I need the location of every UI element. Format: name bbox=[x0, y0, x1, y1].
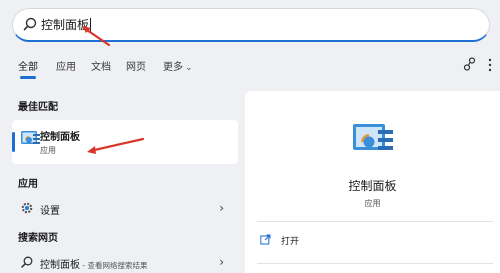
tab-apps[interactable]: 应用 bbox=[56, 58, 76, 73]
annotation-arrow bbox=[87, 137, 145, 154]
best-match-title: 控制面板 bbox=[40, 132, 80, 143]
web-result-suffix: - 查看网络搜索结果 bbox=[80, 261, 148, 270]
chevron-right-icon[interactable]: › bbox=[219, 255, 224, 269]
chevron-right-icon[interactable]: › bbox=[219, 201, 224, 215]
chevron-down-icon: ⌄ bbox=[185, 63, 193, 73]
tab-documents[interactable]: 文档 bbox=[91, 58, 111, 73]
gear-icon bbox=[21, 202, 33, 214]
selection-accent bbox=[12, 132, 15, 152]
detail-subtitle: 应用 bbox=[364, 199, 381, 208]
control-panel-icon bbox=[21, 131, 40, 144]
open-button[interactable]: 打开 bbox=[281, 234, 299, 247]
section-title-apps: 应用 bbox=[18, 179, 38, 190]
detail-title: 控制面板 bbox=[348, 179, 397, 193]
web-result-label: 控制面板 bbox=[40, 260, 80, 271]
section-title-web: 搜索网页 bbox=[18, 233, 58, 244]
divider bbox=[257, 221, 493, 222]
tab-more-label: 更多 bbox=[163, 62, 183, 73]
list-item-web-search[interactable]: 控制面板 - 查看网络搜索结果 › bbox=[12, 250, 238, 273]
active-tab-indicator bbox=[20, 76, 36, 79]
section-title-best-match: 最佳匹配 bbox=[18, 102, 58, 113]
detail-panel: 控制面板 应用 打开 bbox=[245, 91, 500, 273]
list-item-label: 设置 bbox=[40, 206, 60, 217]
best-match-subtitle: 应用 bbox=[40, 146, 56, 155]
search-icon bbox=[23, 17, 37, 31]
divider bbox=[257, 263, 493, 264]
list-item-settings[interactable]: 设置 › bbox=[12, 196, 238, 222]
control-panel-icon bbox=[353, 124, 393, 150]
share-icon[interactable] bbox=[462, 56, 478, 72]
open-icon bbox=[260, 234, 271, 245]
tab-more[interactable]: 更多 ⌄ bbox=[163, 58, 193, 73]
web-result-text: 控制面板 - 查看网络搜索结果 bbox=[40, 256, 147, 271]
tab-web[interactable]: 网页 bbox=[126, 58, 146, 73]
tab-all[interactable]: 全部 bbox=[18, 58, 38, 73]
more-options-icon[interactable] bbox=[487, 58, 493, 72]
annotation-arrow bbox=[82, 26, 111, 47]
search-icon bbox=[21, 256, 33, 268]
